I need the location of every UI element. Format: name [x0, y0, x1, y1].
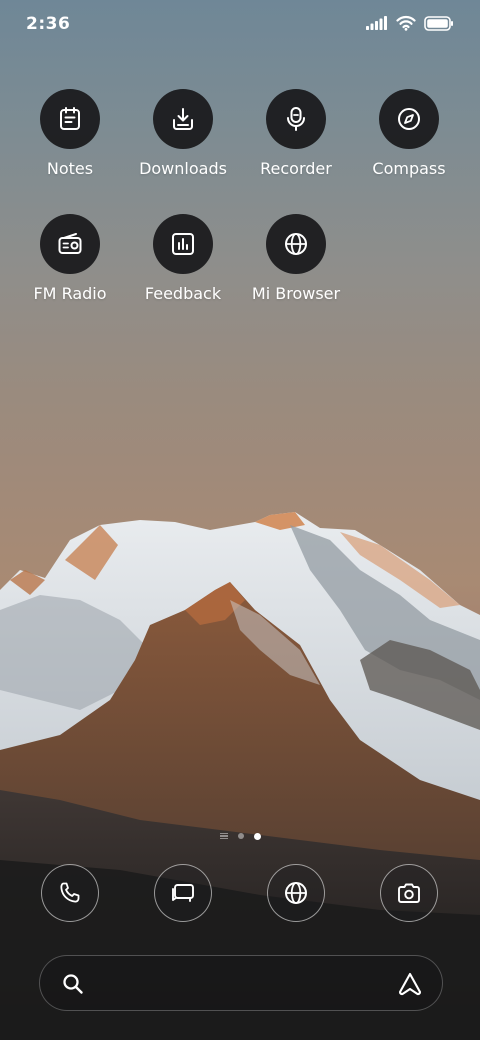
app-label-fm-radio: FM Radio: [33, 284, 107, 303]
status-icons: [366, 15, 454, 31]
download-icon: [173, 108, 193, 130]
wifi-icon: [396, 15, 416, 31]
page-dot-active: [253, 832, 261, 840]
dock-camera-button[interactable]: [380, 864, 438, 922]
mi-browser-app-icon[interactable]: [266, 214, 326, 274]
feedback-chart-icon: [172, 233, 194, 255]
app-compass[interactable]: Compass: [354, 89, 464, 178]
app-downloads[interactable]: Downloads: [128, 89, 238, 178]
downloads-app-icon[interactable]: [153, 89, 213, 149]
search-icon[interactable]: [61, 972, 85, 996]
status-time: 2:36: [26, 14, 71, 34]
app-mi-browser[interactable]: Mi Browser: [241, 214, 351, 303]
app-feedback[interactable]: Feedback: [128, 214, 238, 303]
messages-icon: [172, 884, 194, 902]
status-bar: 2:36: [0, 0, 480, 50]
fm-radio-app-icon[interactable]: [40, 214, 100, 274]
page-indicator[interactable]: [0, 829, 480, 843]
app-label-recorder: Recorder: [260, 159, 332, 178]
compass-app-icon[interactable]: [379, 89, 439, 149]
feedback-app-icon[interactable]: [153, 214, 213, 274]
compass-icon: [398, 108, 420, 130]
home-screen: 2:36 Notes Downloads Recorder Compass FM…: [0, 0, 480, 1040]
dock-messages-button[interactable]: [154, 864, 212, 922]
app-label-feedback: Feedback: [144, 284, 222, 303]
battery-icon: [424, 15, 453, 31]
app-label-compass: Compass: [372, 159, 446, 178]
recorder-app-icon[interactable]: [266, 89, 326, 149]
app-label-downloads: Downloads: [139, 159, 227, 178]
assistant-icon[interactable]: [396, 970, 424, 998]
app-label-notes: Notes: [46, 159, 94, 178]
dock-browser-button[interactable]: [267, 864, 325, 922]
app-recorder[interactable]: Recorder: [241, 89, 351, 178]
radio-icon: [58, 233, 82, 254]
signal-icon: [366, 16, 387, 30]
globe-icon: [285, 233, 307, 255]
notes-icon: [60, 107, 80, 130]
microphone-icon: [287, 107, 305, 131]
camera-icon: [398, 883, 420, 903]
dock-phone-button[interactable]: [41, 864, 99, 922]
phone-icon: [60, 882, 80, 903]
page-dot: [237, 833, 244, 839]
page-indicator-list-icon: [219, 832, 228, 840]
app-fm-radio[interactable]: FM Radio: [15, 214, 125, 303]
app-label-mi-browser: Mi Browser: [251, 284, 341, 303]
globe-icon: [285, 882, 307, 904]
search-bar[interactable]: [39, 955, 443, 1011]
app-notes[interactable]: Notes: [15, 89, 125, 178]
notes-app-icon[interactable]: [40, 89, 100, 149]
